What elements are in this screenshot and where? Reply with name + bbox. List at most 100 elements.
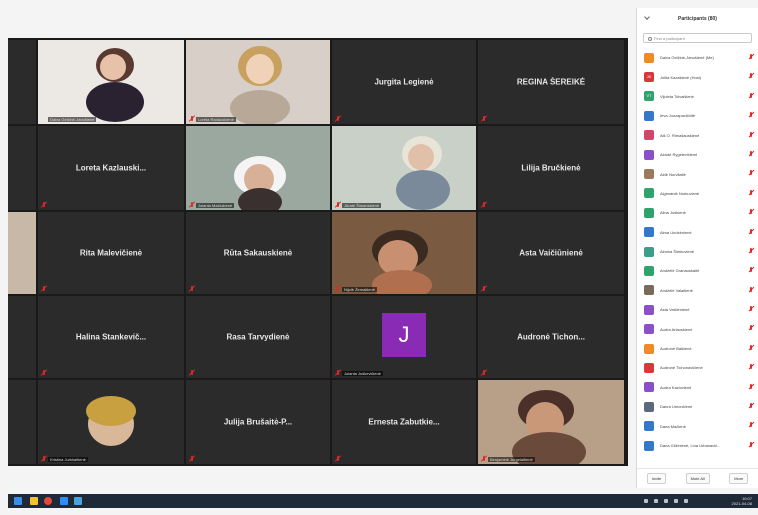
participant-tile[interactable]: Daiva Gelžinė-Janušienė xyxy=(38,40,184,124)
zoom-app-icon[interactable] xyxy=(60,497,68,505)
participant-caption: Jūratė Šimanskienė xyxy=(342,203,382,208)
participant-tile[interactable]: Julija Brušaitė-P... xyxy=(186,380,330,464)
language-icon[interactable] xyxy=(684,499,688,503)
participant-tile[interactable]: Kristina Jurkšaitienė xyxy=(38,380,184,464)
more-button[interactable]: More xyxy=(729,473,749,484)
participant-row[interactable]: JK Jolita Kazakienė (Host) xyxy=(637,67,758,86)
participant-row[interactable]: Aldė Norvilaitė xyxy=(637,164,758,183)
participant-row[interactable]: Ieva Juozapavičiūtė xyxy=(637,106,758,125)
participant-name: Audra Kazlovienė xyxy=(660,384,692,390)
muted-mic-icon xyxy=(749,441,754,448)
participant-tile[interactable]: Loreta Radauskienė xyxy=(186,40,330,124)
participant-avatar xyxy=(644,324,654,335)
muted-mic-icon xyxy=(481,116,487,122)
participant-tile[interactable]: Rūta Sakauskienė xyxy=(186,212,330,294)
participant-row[interactable]: Asta Vaičienienė xyxy=(637,300,758,319)
participant-row[interactable]: Audra Kazlovienė xyxy=(637,378,758,397)
participant-tile[interactable]: Jolanta Mačiukienė xyxy=(186,126,330,210)
start-icon[interactable] xyxy=(14,497,22,505)
tray-up-icon[interactable] xyxy=(644,499,648,503)
participant-row[interactable]: Alma Undzėnienė xyxy=(637,223,758,242)
muted-mic-icon xyxy=(335,202,341,208)
participant-avatar xyxy=(644,362,654,373)
participant-row[interactable]: Audronė Tichonavičienė xyxy=(637,358,758,377)
participant-name: Dana Gilžinienė, Lina Urbanavič... xyxy=(660,443,721,448)
windows-taskbar: 10:07 2021-04-08 xyxy=(8,494,758,508)
participant-video xyxy=(38,40,184,124)
muted-mic-icon xyxy=(481,286,487,292)
muted-mic-icon xyxy=(749,403,754,409)
participant-video xyxy=(186,40,330,124)
participant-name: Vijoleta Tolvaišienė xyxy=(660,93,694,99)
participant-name: Asta Vaičienienė xyxy=(660,307,690,313)
clock-date: 2021-04-08 xyxy=(731,501,752,506)
participant-avatar xyxy=(644,265,654,276)
participant-name: Alma Undzėnienė xyxy=(660,229,692,235)
participant-tile[interactable]: Audronė Tichon... xyxy=(478,296,624,378)
participant-row[interactable]: Daiva Gelžinė-Janušienė (Me) xyxy=(637,48,758,67)
participant-list: Daiva Gelžinė-Janušienė (Me) JK Jolita Kaz… xyxy=(637,48,758,455)
participant-tile[interactable]: Rita Malevičienė xyxy=(38,212,184,294)
participant-tile[interactable]: Lilija Bručkienė xyxy=(478,126,624,210)
participant-avatar xyxy=(644,440,654,451)
chrome-icon[interactable] xyxy=(44,497,52,505)
muted-mic-icon xyxy=(749,344,754,351)
partial-tile xyxy=(8,212,36,294)
participant-avatar xyxy=(644,343,654,354)
participant-row[interactable]: Algimantė Norkuvienė xyxy=(637,184,758,203)
participant-caption: Kristina Jurkšaitienė xyxy=(48,457,88,462)
participant-avatar xyxy=(644,421,654,432)
participant-tile[interactable]: J Jolanta Juškevičienė xyxy=(332,296,476,378)
participant-tile[interactable]: REGINA ŠEREIKĖ xyxy=(478,40,624,124)
participant-tile[interactable]: Jūratė Šimanskienė xyxy=(332,126,476,210)
participants-footer: Invite Mute All More xyxy=(637,468,758,488)
muted-mic-icon xyxy=(749,170,754,176)
participant-row[interactable]: Almina Šimkuvienė xyxy=(637,242,758,261)
participant-row[interactable]: Audronė Balkienė xyxy=(637,339,758,358)
partial-tile xyxy=(8,126,36,210)
participant-row[interactable]: Andželė Granauskaitė xyxy=(637,261,758,280)
participant-row[interactable]: Aiš O. Rimašauskienė xyxy=(637,126,758,145)
video-gallery: Daiva Gelžinė-Janušienė Loreta Radauskien… xyxy=(8,38,628,466)
participant-search-input[interactable]: Find a participant xyxy=(643,33,752,43)
participant-row[interactable]: Danra Umončienė xyxy=(637,397,758,416)
participant-row[interactable]: Andželė Valaitienė xyxy=(637,281,758,300)
taskbar-clock[interactable]: 10:07 2021-04-08 xyxy=(732,496,752,506)
participant-tile[interactable]: Nijolė Žemaitienė xyxy=(332,212,476,294)
participant-name: Audronė Tichon... xyxy=(517,332,585,342)
battery-icon[interactable] xyxy=(674,499,678,503)
muted-mic-icon xyxy=(189,202,195,208)
muted-mic-icon xyxy=(749,286,754,293)
participant-tile[interactable]: Halina Stankevič... xyxy=(38,296,184,378)
participant-row[interactable]: Aldutė Rygelevičienė xyxy=(637,145,758,164)
participant-name: Halina Stankevič... xyxy=(75,332,147,342)
participant-tile[interactable]: Loreta Kazlauski... xyxy=(38,126,184,210)
participant-tile[interactable]: Asta Vaičiūnienė xyxy=(478,212,624,294)
participant-row[interactable]: Alina Juškienė xyxy=(637,203,758,222)
muted-mic-icon xyxy=(481,202,487,208)
mute-all-button[interactable]: Mute All xyxy=(685,473,710,484)
participant-avatar xyxy=(644,169,654,180)
muted-mic-icon xyxy=(749,112,754,118)
participant-video xyxy=(332,126,476,210)
volume-icon[interactable] xyxy=(664,499,668,503)
participant-tile[interactable]: Benjaminė Jurgelaitienė xyxy=(478,380,624,464)
muted-mic-icon xyxy=(749,54,754,60)
participant-tile[interactable]: Rasa Tarvydienė xyxy=(186,296,330,378)
participant-row[interactable]: VT Vijoleta Tolvaišienė xyxy=(637,87,758,106)
participant-tile[interactable]: Ernesta Zabutkie... xyxy=(332,380,476,464)
taskbar-app-icon[interactable] xyxy=(74,497,82,505)
participant-name: Aldė Norvilaitė xyxy=(660,171,686,177)
participant-name: Rita Malevičienė xyxy=(79,248,143,258)
participant-row[interactable]: Audra Arlauskienė xyxy=(637,319,758,338)
participant-row[interactable]: Dana Mačienė xyxy=(637,416,758,435)
muted-mic-icon xyxy=(189,370,195,376)
participant-tile[interactable]: Jurgita Legienė xyxy=(332,40,476,124)
chevron-down-icon[interactable] xyxy=(644,14,650,20)
participant-name: REGINA ŠEREIKĖ xyxy=(516,77,586,87)
file-explorer-icon[interactable] xyxy=(30,497,38,505)
participant-row[interactable]: Dana Gilžinienė, Lina Urbanavič... xyxy=(637,436,758,455)
network-icon[interactable] xyxy=(654,499,658,503)
invite-button[interactable]: Invite xyxy=(646,473,667,484)
participant-name: Dana Mačienė xyxy=(660,423,686,429)
